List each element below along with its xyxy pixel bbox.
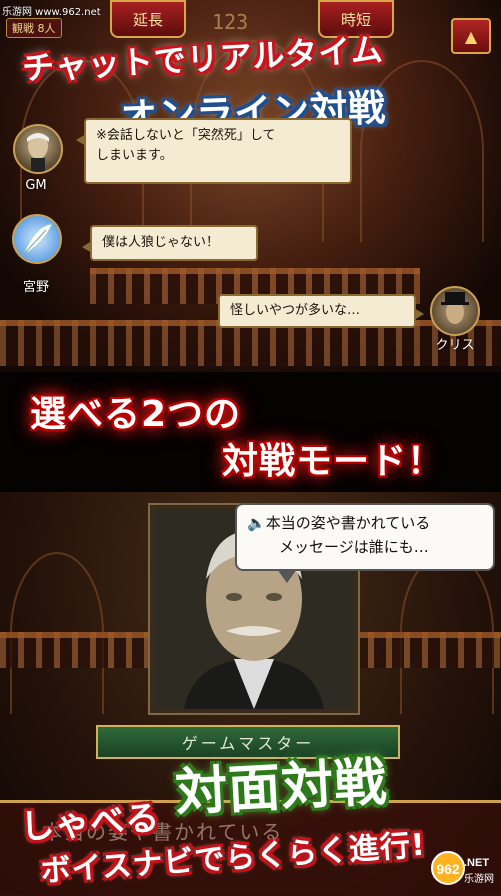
chevron-up-icon: ▲ — [464, 26, 478, 46]
site-logo: 962 .NET 乐游网 — [430, 850, 496, 888]
headline-choose-modes: 選べる2つの — [30, 394, 242, 435]
chat-bubble-gm: ※会話しないと「突然死」して しまいます。 — [76, 118, 352, 184]
gm-name-label: GM — [25, 178, 47, 193]
chat-text: 怪しいやつが多いな… — [230, 303, 361, 318]
feather-icon — [23, 223, 53, 256]
speech-text: メッセージは誰にも… — [279, 538, 429, 556]
headline-face-to-face: 対面対戦 — [173, 752, 389, 824]
extend-button[interactable]: 延長 — [110, 0, 186, 38]
chat-text: しまいます。 — [96, 148, 173, 163]
headline-battle-mode: 対戦モード！ — [222, 441, 445, 482]
miyano-avatar — [12, 214, 62, 264]
collapse-button[interactable]: ▲ — [451, 18, 491, 54]
chris-name-label: クリス — [435, 338, 475, 353]
watermark: 乐游网 www.962.net — [2, 7, 101, 18]
speaker-icon[interactable]: 🔈 — [247, 514, 266, 532]
chat-text: ※会話しないと「突然死」して — [96, 128, 276, 143]
chat-text: 僕は人狼じゃない！ — [102, 235, 220, 250]
spectator-count: 観戦 8人 — [6, 18, 62, 38]
logo-mark: 962 — [436, 861, 460, 877]
logo-right: .NET — [464, 857, 489, 869]
timer-display: 123 — [212, 10, 249, 34]
chat-bubble-chris: 怪しいやつが多いな… — [218, 294, 424, 328]
gm-avatar — [13, 124, 63, 174]
logo-left: 乐游网 — [464, 872, 494, 885]
balcony-railing — [0, 632, 150, 668]
speech-text: 本当の姿や書かれている — [265, 514, 431, 532]
balcony-railing — [350, 632, 501, 668]
speech-bubble: 🔈本当の姿や書かれている メッセージは誰にも… — [235, 503, 495, 583]
chris-avatar — [430, 286, 480, 336]
miyano-name-label: 宮野 — [22, 280, 49, 295]
chat-bubble-miyano: 僕は人狼じゃない！ — [82, 225, 258, 261]
